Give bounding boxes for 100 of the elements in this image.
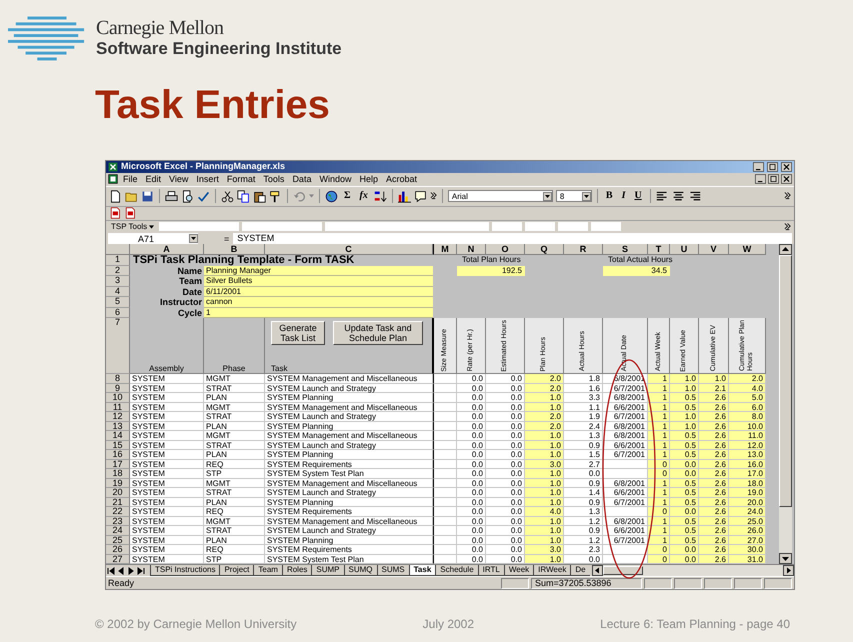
align-left-icon[interactable]: [656, 190, 669, 203]
sheet-tab[interactable]: Project: [219, 565, 254, 576]
chevron-icon[interactable]: [784, 191, 791, 202]
document-icon[interactable]: [109, 207, 121, 220]
sort-icon[interactable]: [374, 190, 387, 203]
field-label: Instructor: [158, 297, 203, 308]
speech-bubble-icon[interactable]: [414, 190, 427, 203]
select-all-corner[interactable]: [106, 244, 130, 256]
sheet-tab[interactable]: Task: [408, 565, 436, 576]
toolbar-field[interactable]: [325, 222, 490, 232]
toolbar-field[interactable]: [558, 222, 588, 232]
column-header[interactable]: M: [433, 244, 457, 256]
table-cell: 0.9: [564, 526, 603, 536]
check-mark-icon[interactable]: [197, 190, 210, 203]
menu-item[interactable]: Acrobat: [382, 173, 420, 186]
menu-item[interactable]: Format: [224, 173, 258, 186]
dropdown-arrow-icon[interactable]: [582, 192, 591, 201]
bold-button[interactable]: B: [602, 189, 616, 204]
new-file-icon[interactable]: [109, 190, 122, 203]
menu-item[interactable]: View: [166, 173, 192, 186]
sheet-tab[interactable]: SUMS: [376, 565, 409, 576]
document-icon[interactable]: [124, 207, 136, 220]
form-button[interactable]: Generate Task List: [271, 321, 325, 346]
print-preview-icon[interactable]: [181, 190, 194, 203]
dropdown-arrow-icon[interactable]: [189, 234, 198, 244]
maximize-icon[interactable]: [767, 162, 778, 172]
menu-item[interactable]: Tools: [260, 173, 288, 186]
column-header[interactable]: A: [130, 244, 204, 256]
menu-item[interactable]: Edit: [142, 173, 164, 186]
column-header[interactable]: O: [486, 244, 525, 256]
toolbar-field[interactable]: [525, 222, 556, 232]
copy-icon[interactable]: [237, 190, 250, 203]
sheet-tab[interactable]: SUMQ: [344, 565, 377, 576]
scrollbar-thumb[interactable]: [602, 566, 643, 576]
brush-icon[interactable]: [269, 190, 282, 203]
toolbar-field[interactable]: [492, 222, 522, 232]
toolbar-field[interactable]: [591, 222, 622, 232]
sheet-tab[interactable]: IRWeek: [533, 565, 570, 576]
menu-item[interactable]: Data: [289, 173, 314, 186]
function-button[interactable]: fx: [356, 189, 371, 204]
sheet-tab[interactable]: Week: [504, 565, 534, 576]
table-cell: 30.0: [729, 545, 766, 555]
globe-icon[interactable]: [325, 190, 338, 203]
sheet-tab[interactable]: Roles: [282, 565, 312, 576]
close-icon[interactable]: [781, 162, 792, 172]
toolbar-field[interactable]: [242, 222, 322, 232]
italic-button[interactable]: I: [618, 189, 628, 204]
menu-item[interactable]: Window: [316, 173, 354, 186]
font-size-dropdown[interactable]: 8: [556, 190, 592, 202]
sheet-tab[interactable]: SUMP: [311, 565, 344, 576]
formula-field[interactable]: SYSTEM: [233, 233, 792, 244]
table-cell: REQ: [204, 545, 265, 555]
table-cell: 1.5: [564, 450, 603, 460]
column-header[interactable]: W: [729, 244, 766, 256]
column-header[interactable]: N: [457, 244, 486, 256]
first-sheet-icon[interactable]: [106, 566, 116, 576]
column-header[interactable]: S: [603, 244, 648, 256]
scrollbar-thumb[interactable]: [779, 255, 792, 508]
align-center-icon[interactable]: [672, 190, 685, 203]
sheet-tab[interactable]: Team: [253, 565, 282, 576]
minimize-icon[interactable]: [753, 162, 764, 172]
maximize-icon[interactable]: [768, 174, 779, 184]
underline-button[interactable]: U: [631, 189, 645, 204]
sheet-tab[interactable]: TSPi Instructions: [150, 565, 220, 576]
menu-item[interactable]: Insert: [193, 173, 222, 186]
form-button[interactable]: Update Task and Schedule Plan: [333, 321, 423, 346]
column-header[interactable]: U: [670, 244, 699, 256]
align-right-icon[interactable]: [688, 190, 701, 203]
font-dropdown[interactable]: Arial: [448, 190, 553, 202]
menu-item[interactable]: File: [120, 173, 141, 186]
name-box[interactable]: A71: [108, 233, 198, 244]
column-header[interactable]: B: [204, 244, 265, 256]
column-header[interactable]: Q: [525, 244, 564, 256]
column-header[interactable]: V: [699, 244, 729, 256]
chevron-icon[interactable]: [430, 191, 437, 202]
save-icon[interactable]: [141, 190, 154, 203]
column-header[interactable]: R: [564, 244, 603, 256]
bar-chart-icon[interactable]: [398, 190, 411, 203]
dropdown-arrow-icon[interactable]: [542, 192, 552, 201]
tsp-tools-menu[interactable]: TSP Tools: [109, 222, 156, 232]
spreadsheet-doc-icon[interactable]: [108, 174, 118, 184]
close-icon[interactable]: [781, 174, 792, 184]
table-cell: [433, 412, 457, 422]
menu-item[interactable]: Help: [356, 173, 381, 186]
column-header[interactable]: C: [265, 244, 433, 256]
column-header[interactable]: T: [648, 244, 670, 256]
sheet-tab[interactable]: De: [570, 565, 590, 576]
table-cell: 1.8: [564, 374, 603, 384]
chevron-icon[interactable]: [784, 222, 791, 232]
toolbar-field[interactable]: [159, 222, 240, 232]
scissors-icon[interactable]: [221, 190, 234, 203]
sheet-tab[interactable]: Schedule: [435, 565, 478, 576]
autosum-button[interactable]: Σ: [341, 189, 354, 204]
sheet-tab[interactable]: IRTL: [478, 565, 504, 576]
printer-icon[interactable]: [165, 190, 178, 203]
horizontal-scrollbar[interactable]: [592, 565, 794, 576]
last-sheet-icon[interactable]: [136, 566, 146, 576]
vertical-scrollbar[interactable]: [779, 244, 792, 564]
minimize-icon[interactable]: [755, 174, 766, 184]
clipboard-icon[interactable]: [253, 190, 266, 203]
